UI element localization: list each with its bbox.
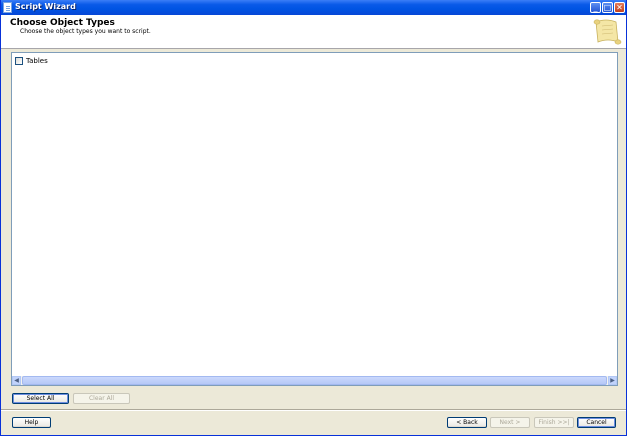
app-icon bbox=[3, 2, 12, 13]
horizontal-scrollbar[interactable]: ◀ ▶ bbox=[12, 376, 617, 385]
scroll-right-icon[interactable]: ▶ bbox=[608, 376, 617, 385]
back-button[interactable]: < Back bbox=[447, 417, 487, 428]
scroll-left-icon[interactable]: ◀ bbox=[12, 376, 21, 385]
scrollbar-thumb[interactable] bbox=[22, 376, 607, 385]
title-bar[interactable]: Script Wizard _ □ ✕ bbox=[1, 0, 626, 15]
wizard-header: Choose Object Types Choose the object ty… bbox=[1, 15, 626, 49]
maximize-button[interactable]: □ bbox=[602, 2, 613, 13]
script-wizard-window: Script Wizard _ □ ✕ Choose Object Types … bbox=[0, 0, 627, 436]
window-title: Script Wizard bbox=[15, 2, 76, 11]
list-item-label: Tables bbox=[26, 56, 48, 65]
cancel-button[interactable]: Cancel bbox=[577, 417, 616, 428]
select-all-button[interactable]: Select All bbox=[12, 393, 69, 404]
close-button[interactable]: ✕ bbox=[614, 2, 625, 13]
page-title: Choose Object Types bbox=[10, 18, 115, 28]
scroll-icon bbox=[593, 19, 622, 45]
object-types-list[interactable]: Tables ◀ ▶ bbox=[11, 52, 618, 386]
finish-button[interactable]: Finish >>| bbox=[534, 417, 574, 428]
minimize-button[interactable]: _ bbox=[590, 2, 601, 13]
clear-all-button[interactable]: Clear All bbox=[73, 393, 130, 404]
list-item-tables[interactable]: Tables bbox=[15, 56, 48, 65]
next-button[interactable]: Next > bbox=[490, 417, 530, 428]
help-button[interactable]: Help bbox=[12, 417, 51, 428]
tables-checkbox[interactable] bbox=[15, 56, 23, 65]
page-subtitle: Choose the object types you want to scri… bbox=[20, 28, 151, 35]
footer-divider bbox=[1, 409, 626, 411]
